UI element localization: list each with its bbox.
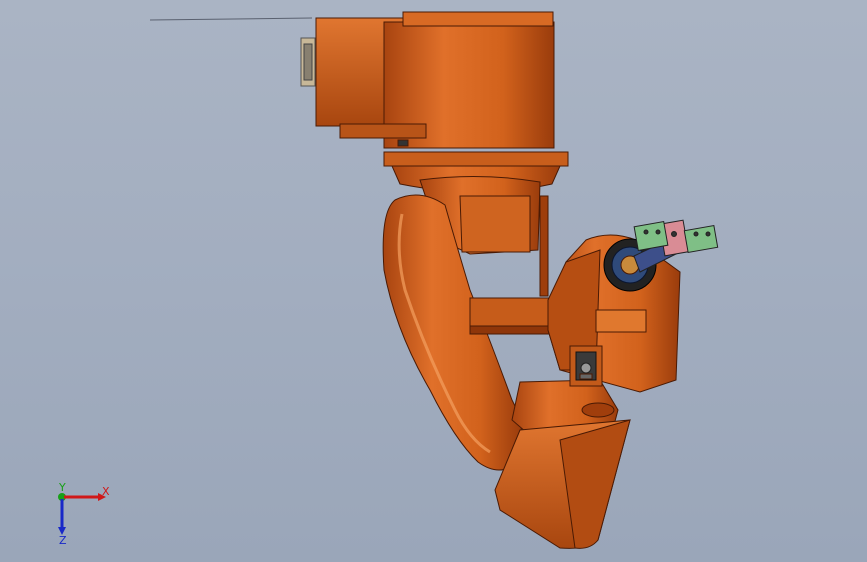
base-lower-block [339,123,427,139]
z-axis-label: Z [59,534,67,547]
reference-line [149,17,313,21]
wrist-lower-lip [595,309,647,333]
gripper-bolt [655,229,661,235]
gripper-tool[interactable] [633,219,719,273]
wrist-connector-port [580,362,592,374]
cad-viewport[interactable]: X Y Z [0,0,867,562]
base-flange [383,151,569,167]
gripper-block-left [633,220,669,252]
base-connector-pins [303,43,313,81]
base-top-cap [402,11,554,27]
gripper-bolt [643,229,649,235]
axis-triad: X Y Z [58,481,110,547]
robot-forearm[interactable] [494,379,631,549]
shoulder-cable [539,195,549,297]
gripper-bolt [705,231,711,237]
shoulder-housing [459,195,531,253]
base-bolt [397,139,409,147]
gripper-bolt [671,231,677,237]
wrist-port-lower [579,373,593,380]
x-axis-label: X [102,485,110,498]
elbow-bearing [581,402,615,418]
y-axis-label: Y [58,481,66,494]
robot-base[interactable] [300,11,569,193]
gripper-block-right [683,224,719,254]
gripper-bolt [693,231,699,237]
